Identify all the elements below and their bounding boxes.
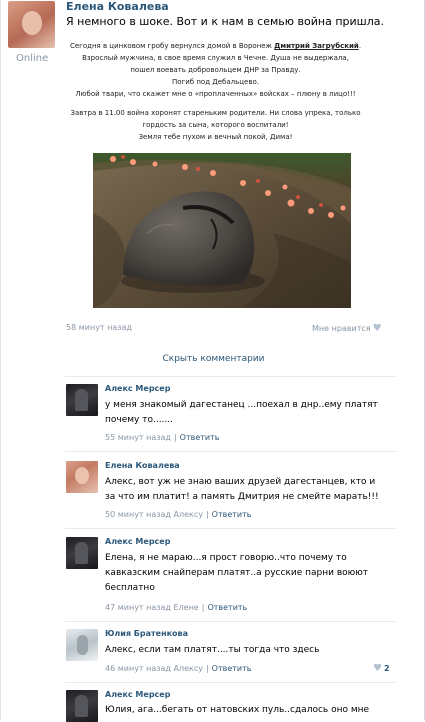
like-button[interactable]: Мне нравится ♥	[312, 323, 382, 334]
article-line: пошел воевать добровольцем ДНР за Правду…	[130, 66, 301, 74]
like-count: 2	[383, 664, 390, 673]
divider	[65, 451, 396, 452]
commenter-avatar[interactable]	[66, 537, 98, 569]
comment-author[interactable]: Елена Ковалева	[105, 461, 180, 470]
divider	[65, 376, 396, 377]
comment-line: почему то.......	[105, 415, 173, 425]
reply-link[interactable]: Ответить	[180, 433, 220, 442]
comment-text: Алекс, вот уж не знаю ваших друзей дагес…	[105, 475, 400, 505]
online-status: Online	[16, 53, 49, 64]
post-article-image-text: Сегодня в цинковом гробу вернулся домой …	[63, 40, 368, 143]
article-name: Дмитрий Загрубский	[274, 42, 359, 50]
commenter-avatar[interactable]	[66, 690, 98, 722]
comment-line: Юлия, ага...бегать от натовских пуль..сд…	[105, 705, 370, 715]
comment-line: кавказским снайперам платят..а русские п…	[105, 568, 369, 578]
comment-text: Юлия, ага...бегать от натовских пуль..сд…	[105, 703, 400, 718]
post-photo[interactable]	[93, 153, 351, 308]
article-line: Завтра в 11.00 война хоронят стареньким …	[70, 109, 361, 117]
author-avatar[interactable]	[8, 1, 55, 48]
hide-comments-link[interactable]: Скрыть комментарии	[1, 354, 425, 364]
divider	[65, 682, 396, 683]
post-page: Online Елена Ковалева Я немного в шоке. …	[0, 0, 425, 722]
comment-meta: 55 минут назад | Ответить	[105, 433, 220, 442]
heart-icon: ♥	[373, 663, 382, 674]
like-label: Мне нравится	[312, 324, 371, 333]
article-line: гордость за сына, которого воспитали!	[142, 121, 289, 129]
comment-time[interactable]: 55 минут назад	[105, 433, 171, 442]
post-text: Я немного в шоке. Вот и к нам в семью во…	[66, 15, 384, 28]
commenter-avatar[interactable]	[66, 384, 98, 416]
comment-author[interactable]: Юлия Братенкова	[105, 629, 188, 638]
divider	[65, 621, 396, 622]
comment-line: у меня знакомый дагестанец ...поехал в д…	[105, 400, 378, 410]
commenter-avatar[interactable]	[66, 629, 98, 661]
reply-link[interactable]: Ответить	[207, 603, 247, 612]
comment-text: у меня знакомый дагестанец ...поехал в д…	[105, 398, 400, 428]
commenter-avatar[interactable]	[66, 461, 98, 493]
article-line: Погиб под Дебальцево.	[172, 78, 259, 86]
comment-line: Елена, я не мараю...я прост говорю..что …	[105, 553, 347, 563]
comment-meta: 50 минут назад Алексу | Ответить	[105, 510, 252, 519]
comment-time[interactable]: 50 минут назад Алексу	[105, 510, 203, 519]
reply-link[interactable]: Ответить	[212, 510, 252, 519]
article-line: Земля тебе пухом и вечный покой, Дима!	[138, 133, 293, 141]
article-line: Любой твари, что скажет мне о «проплачен…	[75, 90, 356, 98]
reply-link[interactable]: Ответить	[212, 664, 252, 673]
article-line: Взрослый мужчина, в свое время служил в …	[82, 54, 349, 62]
post-timestamp[interactable]: 58 минут назад	[66, 323, 132, 332]
comment-text: Елена, я не мараю...я прост говорю..что …	[105, 551, 400, 596]
comment-text: Алекс, если там платят....ты тогда что з…	[105, 643, 400, 658]
comment-meta: 46 минут назад Алексу | Ответить	[105, 664, 252, 673]
comment-line: Алекс, если там платят....ты тогда что з…	[105, 645, 320, 655]
comment-line: Алекс, вот уж не знаю ваших друзей дагес…	[105, 477, 376, 487]
article-line: .	[358, 42, 362, 50]
comment-meta: 47 минут назад Елене | Ответить	[105, 603, 248, 612]
comment-time[interactable]: 47 минут назад Елене	[105, 603, 199, 612]
comment-line: за что им платит! а память Дмитрия не см…	[105, 492, 379, 502]
heart-icon: ♥	[372, 323, 382, 334]
comment-author[interactable]: Алекс Мерсер	[105, 690, 170, 699]
article-line: Сегодня в цинковом гробу вернулся домой …	[69, 42, 275, 50]
comment-line: бесплатно	[105, 583, 155, 593]
comment-time[interactable]: 46 минут назад Алексу	[105, 664, 203, 673]
comment-author[interactable]: Алекс Мерсер	[105, 384, 170, 393]
comment-author[interactable]: Алекс Мерсер	[105, 537, 170, 546]
comment-like-button[interactable]: ♥ 2	[373, 663, 390, 674]
divider	[65, 528, 396, 529]
post-author-link[interactable]: Елена Ковалева	[66, 0, 169, 13]
